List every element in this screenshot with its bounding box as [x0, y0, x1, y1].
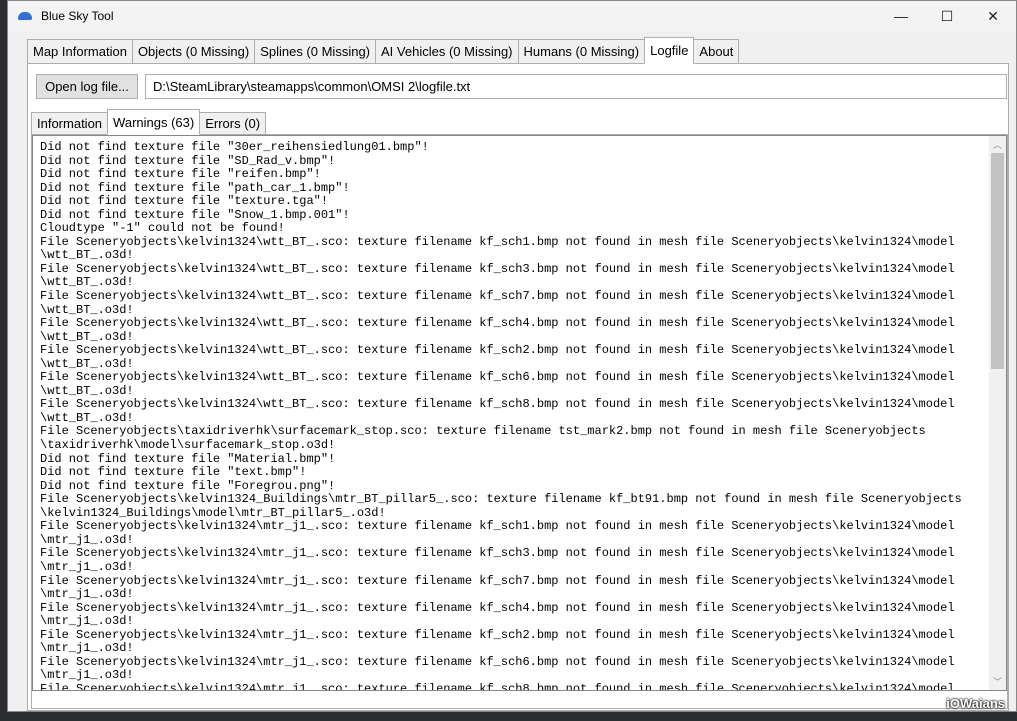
log-line: File Sceneryobjects\kelvin1324\wtt_BT_.s… [40, 343, 955, 358]
scroll-up-icon[interactable]: ︿ [989, 136, 1006, 153]
tab-warnings[interactable]: Warnings (63) [107, 109, 201, 135]
log-line: Did not find texture file "text.bmp"! [40, 465, 307, 480]
log-line: \wtt_BT_.o3d! [40, 383, 134, 398]
log-line: Did not find texture file "30er_reihensi… [40, 140, 429, 154]
log-line: \mtr_j1_.o3d! [40, 532, 134, 547]
open-log-file-button[interactable]: Open log file... [36, 74, 138, 99]
close-button[interactable]: ✕ [970, 1, 1016, 31]
tab-logfile[interactable]: Logfile [644, 37, 695, 64]
app-window: Blue Sky Tool — ☐ ✕ Map Information Obje… [7, 0, 1017, 712]
tab-objects[interactable]: Objects (0 Missing) [131, 39, 256, 64]
tab-splines[interactable]: Splines (0 Missing) [254, 39, 377, 64]
log-line: Did not find texture file "texture.tga"! [40, 194, 329, 209]
log-line: \mtr_j1_.o3d! [40, 614, 134, 629]
minimize-button[interactable]: — [878, 1, 924, 31]
log-line: File Sceneryobjects\kelvin1324\mtr_j1_.s… [40, 573, 955, 588]
log-line: File Sceneryobjects\kelvin1324_Buildings… [40, 492, 962, 507]
log-line: File Sceneryobjects\kelvin1324\mtr_j1_.s… [40, 654, 955, 669]
log-line: File Sceneryobjects\taxidriverhk\surface… [40, 424, 926, 439]
tab-humans[interactable]: Humans (0 Missing) [517, 39, 646, 64]
tab-errors[interactable]: Errors (0) [199, 112, 267, 135]
window-title: Blue Sky Tool [41, 9, 114, 23]
log-line: File Sceneryobjects\kelvin1324\wtt_BT_.s… [40, 370, 955, 385]
log-line: \wtt_BT_.o3d! [40, 302, 134, 317]
tab-about[interactable]: About [693, 39, 740, 64]
log-line: \wtt_BT_.o3d! [40, 275, 134, 290]
log-line: \kelvin1324_Buildings\model\mtr_BT_pilla… [40, 505, 386, 520]
log-path-field[interactable]: D:\SteamLibrary\steamapps\common\OMSI 2\… [145, 74, 1007, 99]
log-line: Did not find texture file "Material.bmp"… [40, 451, 336, 466]
log-line: \wtt_BT_.o3d! [40, 329, 134, 344]
logfile-panel: Open log file... D:\SteamLibrary\steamap… [27, 63, 1009, 711]
maximize-button[interactable]: ☐ [924, 1, 970, 31]
cloud-icon [18, 12, 32, 20]
title-bar: Blue Sky Tool — ☐ ✕ [8, 1, 1016, 31]
log-line: File Sceneryobjects\kelvin1324\mtr_j1_.s… [40, 600, 955, 615]
log-line: Did not find texture file "reifen.bmp"! [40, 167, 321, 182]
log-line: Did not find texture file "SD_Rad_v.bmp"… [40, 153, 336, 168]
tab-map-information[interactable]: Map Information [27, 39, 133, 64]
log-line: \wtt_BT_.o3d! [40, 410, 134, 425]
log-line: File Sceneryobjects\kelvin1324\mtr_j1_.s… [40, 519, 955, 534]
warnings-panel: Did not find texture file "30er_reihensi… [31, 134, 1008, 709]
log-line: \mtr_j1_.o3d! [40, 668, 134, 683]
scrollbar-thumb[interactable] [991, 153, 1004, 369]
log-line: File Sceneryobjects\kelvin1324\mtr_j1_.s… [40, 681, 955, 691]
warnings-log[interactable]: Did not find texture file "30er_reihensi… [32, 135, 1007, 691]
log-line: \mtr_j1_.o3d! [40, 587, 134, 602]
log-line: Did not find texture file "path_car_1.bm… [40, 180, 350, 195]
log-line: \mtr_j1_.o3d! [40, 559, 134, 574]
log-line: Did not find texture file "Snow_1.bmp.00… [40, 207, 350, 222]
log-line: File Sceneryobjects\kelvin1324\wtt_BT_.s… [40, 261, 955, 276]
log-line: File Sceneryobjects\kelvin1324\mtr_j1_.s… [40, 546, 955, 561]
log-line: \mtr_j1_.o3d! [40, 641, 134, 656]
log-line: Cloudtype "-1" could not be found! [40, 221, 285, 236]
log-tabs: Information Warnings (63) Errors (0) [31, 109, 267, 135]
scroll-down-icon[interactable]: ﹀ [989, 673, 1006, 690]
log-line: Did not find texture file "Foregrou.png"… [40, 478, 336, 493]
log-line: File Sceneryobjects\kelvin1324\mtr_j1_.s… [40, 627, 955, 642]
log-line: File Sceneryobjects\kelvin1324\wtt_BT_.s… [40, 316, 955, 331]
log-line: File Sceneryobjects\kelvin1324\wtt_BT_.s… [40, 289, 955, 304]
main-tabs: Map Information Objects (0 Missing) Spli… [27, 37, 740, 64]
vertical-scrollbar[interactable]: ︿ ﹀ [989, 136, 1006, 690]
log-line: \taxidriverhk\model\surfacemark_stop.o3d… [40, 438, 336, 453]
tab-ai-vehicles[interactable]: AI Vehicles (0 Missing) [375, 39, 519, 64]
log-line: \wtt_BT_.o3d! [40, 356, 134, 371]
watermark: iOWaians [946, 696, 1005, 711]
log-line: File Sceneryobjects\kelvin1324\wtt_BT_.s… [40, 397, 955, 412]
log-line: \wtt_BT_.o3d! [40, 248, 134, 263]
log-line: File Sceneryobjects\kelvin1324\wtt_BT_.s… [40, 234, 955, 249]
tab-information[interactable]: Information [31, 112, 109, 135]
